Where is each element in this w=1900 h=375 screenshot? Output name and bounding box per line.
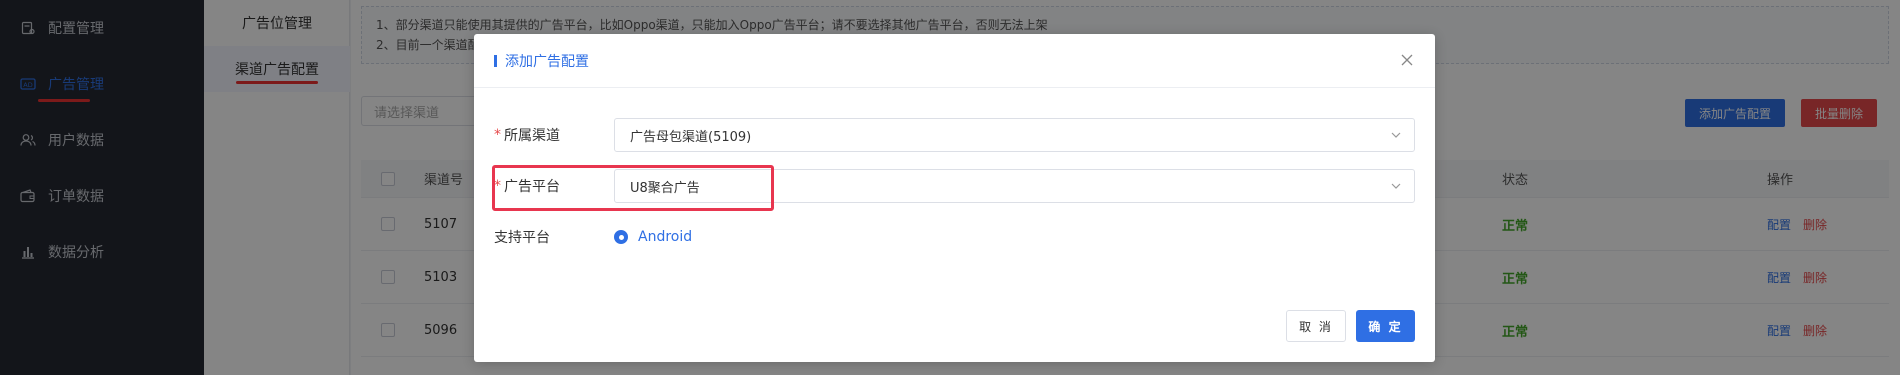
channel-label-text: 所属渠道	[504, 128, 560, 144]
form-row-support-platform: 支持平台 Android	[494, 220, 1415, 254]
radio-checked-icon	[614, 230, 628, 244]
channel-label: * 所属渠道	[494, 118, 560, 152]
form-row-channel: * 所属渠道 广告母包渠道(5109)	[494, 118, 1415, 152]
annotation-highlight-box	[492, 165, 774, 211]
title-accent-bar	[494, 54, 497, 67]
dialog-title: 添加广告配置	[505, 53, 589, 70]
close-icon[interactable]	[1397, 50, 1417, 70]
chevron-down-icon	[1390, 129, 1402, 141]
support-platform-label: 支持平台	[494, 230, 550, 246]
required-mark: *	[494, 127, 501, 143]
android-radio-label: Android	[638, 229, 693, 245]
channel-select[interactable]: 广告母包渠道(5109)	[614, 118, 1415, 152]
chevron-down-icon	[1390, 180, 1402, 192]
channel-select-value: 广告母包渠道(5109)	[630, 129, 752, 145]
confirm-button[interactable]: 确 定	[1356, 310, 1415, 342]
android-radio-option[interactable]: Android	[614, 220, 692, 254]
cancel-button[interactable]: 取 消	[1286, 310, 1346, 342]
dialog-header: 添加广告配置	[474, 34, 1435, 88]
